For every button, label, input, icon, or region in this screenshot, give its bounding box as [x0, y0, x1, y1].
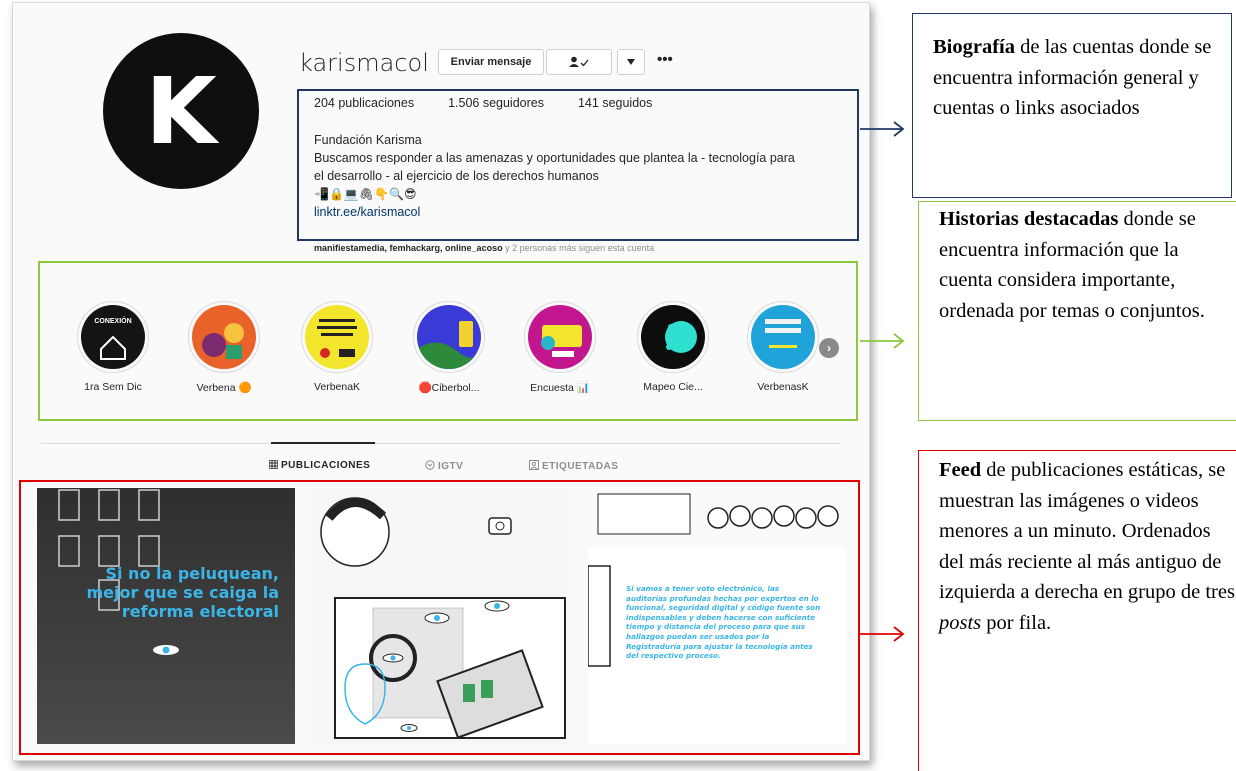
tab-igtv[interactable]: IGTV [425, 460, 463, 472]
send-message-button[interactable]: Enviar mensaje [438, 49, 544, 75]
bio-annotation-title: Biografía [933, 36, 1015, 58]
feed-annotation-italic: posts [939, 611, 982, 634]
username: karismacol [299, 49, 429, 77]
tabs-divider [41, 443, 841, 444]
followed-by-names: manifiestamedia, femhackarg, online_acos… [314, 243, 503, 253]
followed-by[interactable]: manifiestamedia, femhackarg, online_acos… [314, 243, 654, 253]
feed-annotation: Feed de publicaciones estáticas, se mues… [918, 450, 1236, 771]
tab-label: IGTV [438, 461, 464, 472]
tab-label: ETIQUETADAS [542, 461, 619, 472]
feed-annotation-title: Feed [939, 459, 982, 481]
feed-arrow-icon [860, 626, 905, 642]
feed-highlight-box [19, 480, 860, 755]
following-button[interactable] [546, 49, 612, 75]
profile-avatar[interactable]: K [103, 33, 259, 189]
feed-annotation-text-1: de publicaciones estáticas, se muestran … [939, 459, 1235, 603]
tab-label: PUBLICACIONES [281, 460, 371, 471]
feed-annotation-text-2: por fila. [981, 611, 1052, 634]
highlights-highlight-box [38, 261, 858, 421]
followed-by-rest: y 2 personas más siguen esta cuenta [505, 243, 655, 253]
instagram-profile-screenshot: K karismacol Enviar mensaje ••• 204 publ… [12, 2, 870, 761]
active-tab-indicator [271, 442, 375, 444]
dropdown-button[interactable] [617, 49, 645, 75]
chevron-down-icon [627, 59, 635, 65]
highlights-arrow-icon [860, 333, 905, 349]
person-check-icon [569, 56, 589, 67]
highlights-annotation: Historias destacadas donde se encuentra … [918, 201, 1236, 421]
bio-highlight-box [297, 89, 859, 241]
bio-annotation: Biografía de las cuentas donde se encuen… [912, 13, 1232, 198]
tag-icon [529, 460, 539, 470]
avatar-letter: K [145, 57, 217, 165]
bio-arrow-icon [860, 121, 905, 137]
tab-publicaciones[interactable]: PUBLICACIONES [268, 459, 371, 471]
grid-icon [268, 459, 279, 470]
tab-etiquetadas[interactable]: ETIQUETADAS [529, 460, 618, 472]
options-icon[interactable]: ••• [657, 51, 673, 68]
highlights-annotation-title: Historias destacadas [939, 208, 1119, 230]
igtv-icon [425, 460, 435, 470]
